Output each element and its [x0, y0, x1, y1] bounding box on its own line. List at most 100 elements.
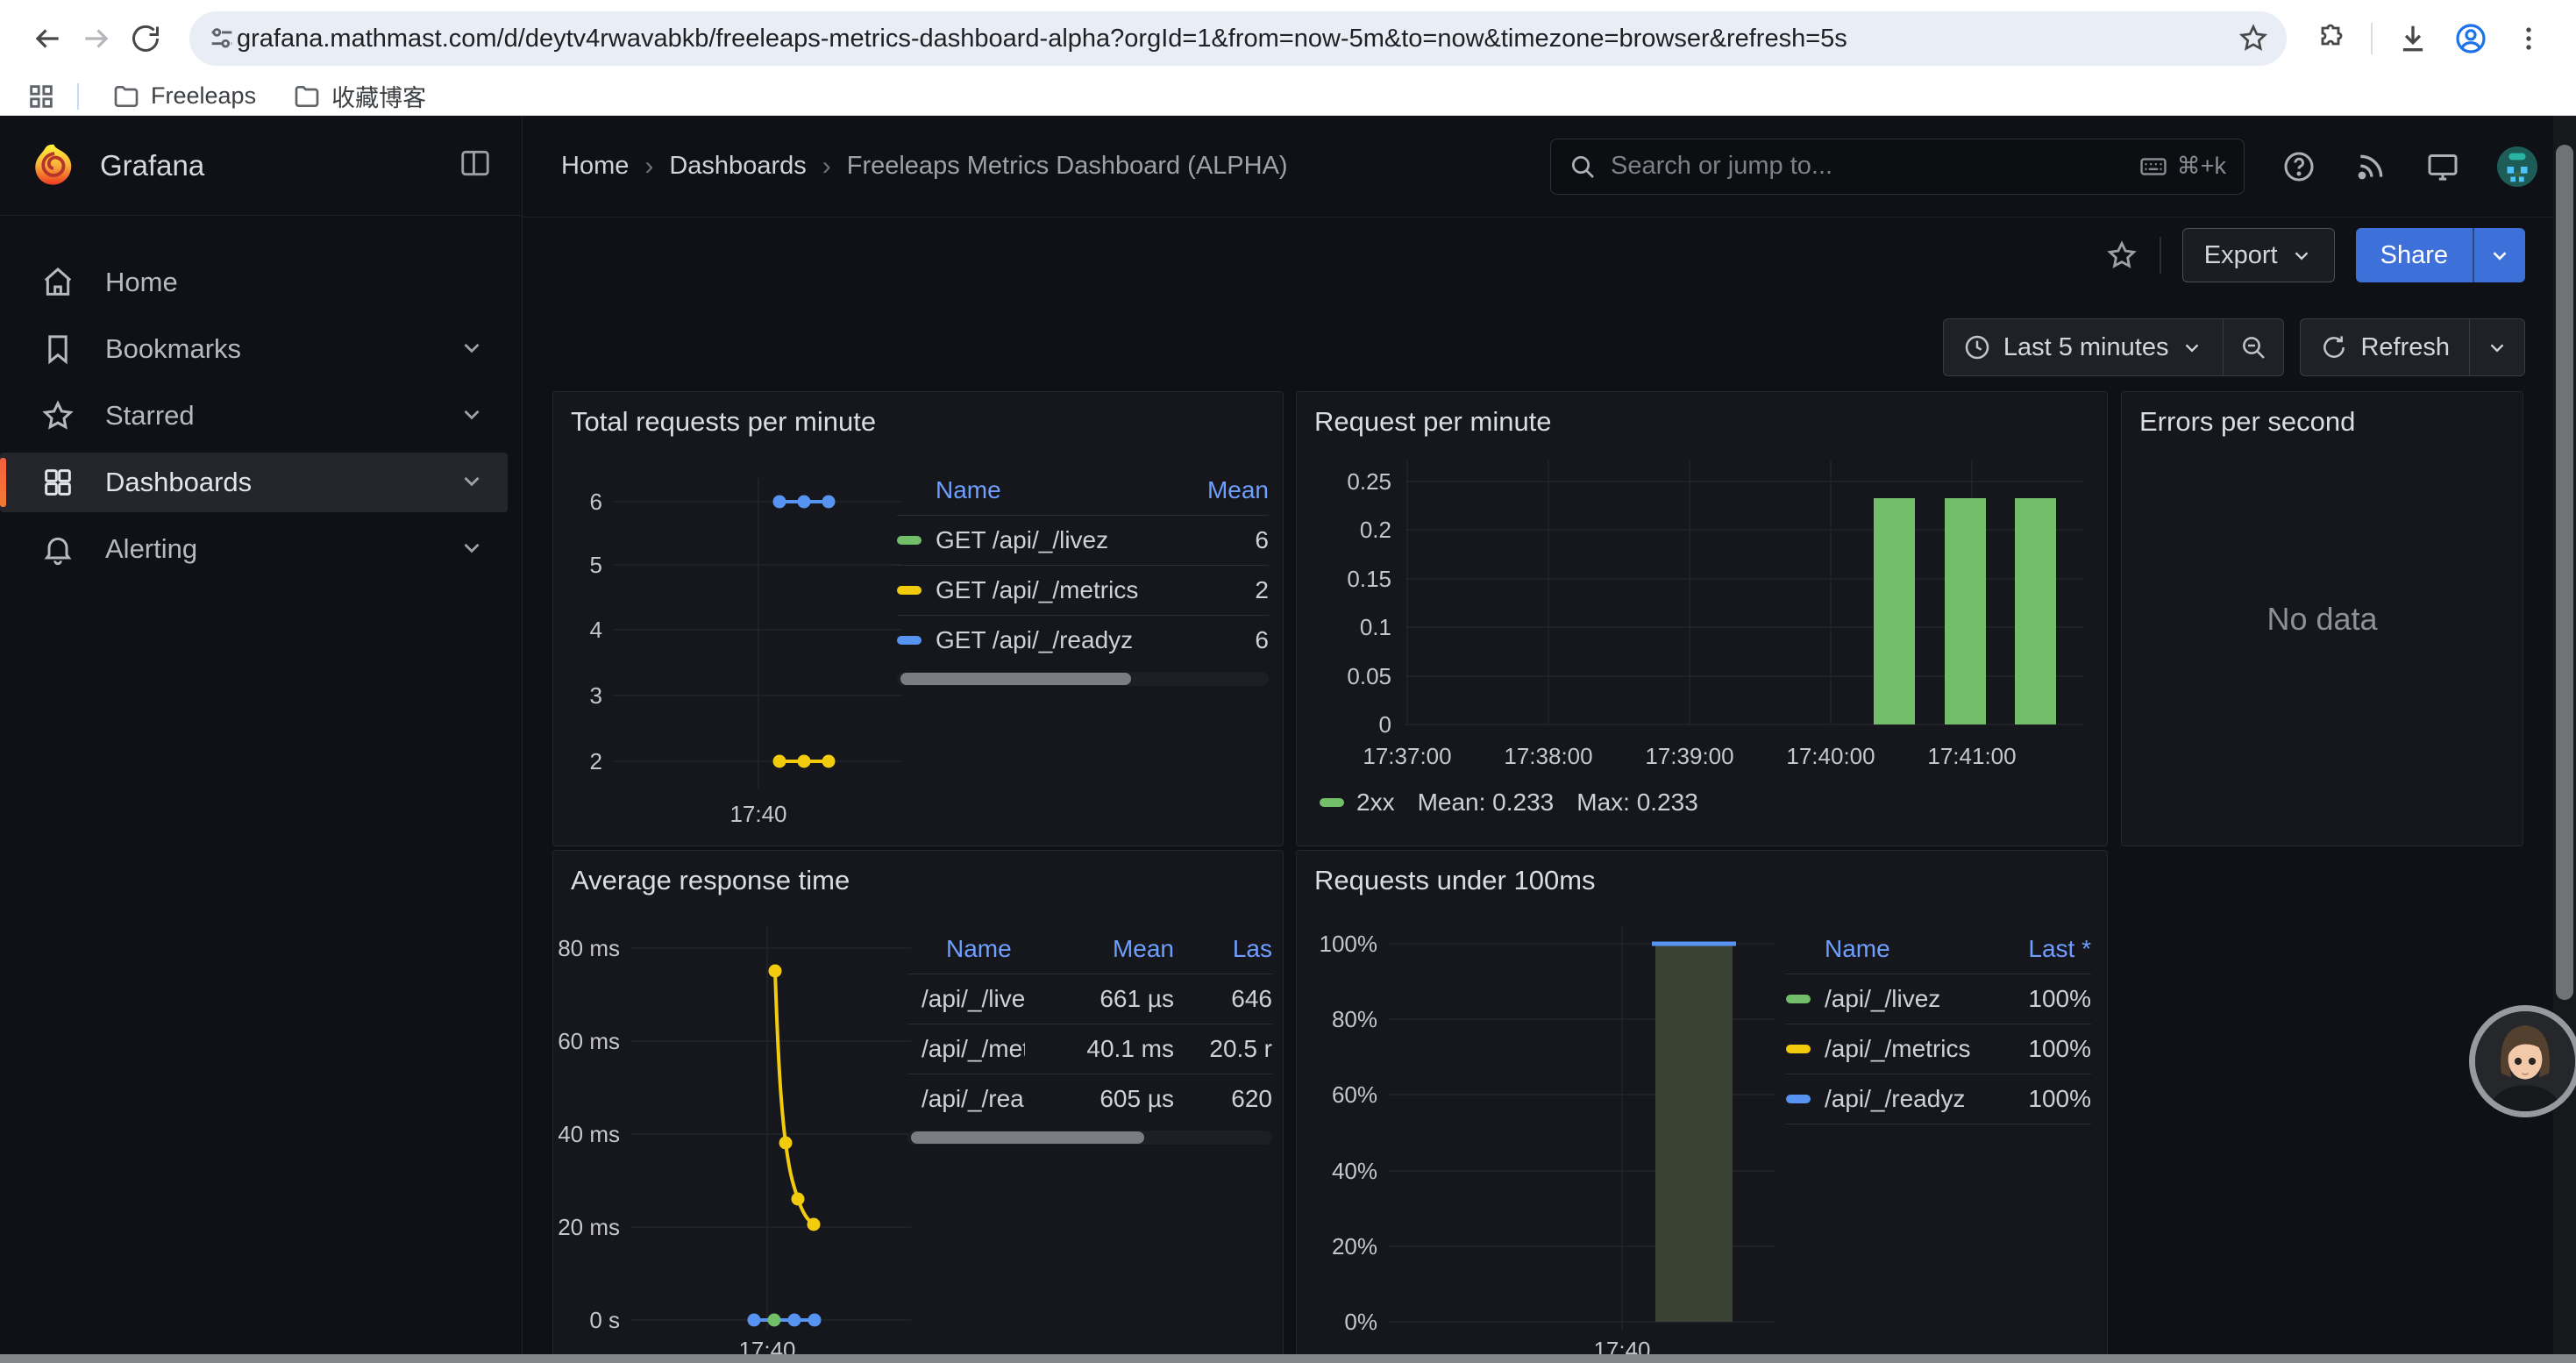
kiosk-monitor-icon[interactable]: [2425, 149, 2460, 184]
legend-row: GET /api/_/metrics 2: [897, 565, 1269, 615]
search-box[interactable]: ⌘+k: [1550, 139, 2245, 195]
legend-scrollbar[interactable]: [897, 672, 1269, 686]
series-last: 100%: [1977, 1035, 2091, 1063]
series-name: /api/_/metrics: [922, 1035, 1025, 1063]
legend-col-last[interactable]: Las: [1174, 935, 1272, 963]
chevron-down-icon[interactable]: [459, 401, 485, 432]
series-mean: 6: [1163, 526, 1269, 554]
legend-col-name[interactable]: Name: [907, 935, 1025, 963]
url-input[interactable]: [237, 25, 2238, 54]
menu-kebab-icon[interactable]: [2504, 14, 2553, 63]
sidebar-item-dashboards[interactable]: Dashboards: [0, 453, 508, 512]
legend-col-mean[interactable]: Mean: [1025, 935, 1174, 963]
floating-avatar-widget[interactable]: [2469, 1005, 2576, 1117]
y-tick: 80%: [1332, 1006, 1377, 1032]
bookmark-star-icon[interactable]: [2238, 23, 2269, 54]
y-tick: 0.2: [1360, 517, 1391, 543]
panel-errors-per-second: Errors per second No data: [2121, 391, 2523, 846]
series-name: /api/_/livez: [922, 985, 1025, 1013]
panel-title[interactable]: Average response time: [571, 865, 850, 896]
horizontal-scrollbar[interactable]: [0, 1354, 2576, 1363]
legend-row: GET /api/_/livez 6: [897, 515, 1269, 565]
vertical-scrollbar[interactable]: [2553, 116, 2576, 1354]
site-settings-tune-icon[interactable]: [207, 24, 237, 54]
grafana-logo[interactable]: [30, 142, 77, 189]
toolbar-divider: [2371, 23, 2373, 54]
extensions-icon[interactable]: [2306, 14, 2355, 63]
dashboard-actions-row: Export Share: [523, 218, 2576, 292]
legend-scrollbar[interactable]: [907, 1131, 1272, 1145]
zoom-out-button[interactable]: [2224, 319, 2283, 375]
requests-under-100ms-chart: 100% 80% 60% 40% 20% 0% 17:40: [1302, 926, 1780, 1363]
sidebar-item-home[interactable]: Home: [0, 253, 508, 312]
export-button[interactable]: Export: [2182, 228, 2335, 282]
vertical-scrollbar-thumb[interactable]: [2556, 145, 2573, 1000]
reload-icon[interactable]: [121, 14, 170, 63]
legend-row: /api/_/livez 100%: [1786, 974, 2091, 1024]
back-icon[interactable]: [23, 14, 72, 63]
refresh-interval-dropdown[interactable]: [2470, 319, 2524, 375]
average-response-time-chart: 80 ms 60 ms 40 ms 20 ms 0 s 17:40: [559, 926, 918, 1363]
keyboard-shortcut-hint: ⌘+k: [2138, 152, 2226, 182]
time-range-picker[interactable]: Last 5 minutes: [1944, 319, 2224, 375]
news-rss-icon[interactable]: [2353, 149, 2388, 184]
legend-col-mean[interactable]: Mean: [1163, 476, 1269, 504]
sidebar-item-bookmarks[interactable]: Bookmarks: [0, 319, 508, 379]
panel-title[interactable]: Total requests per minute: [571, 406, 876, 438]
breadcrumb-home[interactable]: Home: [561, 152, 629, 181]
series-mean: 40.1 ms: [1025, 1035, 1174, 1063]
legend-col-name[interactable]: Name: [1786, 935, 1977, 963]
series-swatch-green: [1320, 798, 1344, 807]
legend-item[interactable]: 2xx: [1320, 789, 1395, 817]
series-name: /api/_/metrics: [1825, 1035, 1971, 1063]
sidebar-item-starred[interactable]: Starred: [0, 386, 508, 446]
panel-title[interactable]: Requests under 100ms: [1314, 865, 1596, 896]
sidebar-item-label: Dashboards: [105, 467, 252, 498]
downloads-icon[interactable]: [2388, 14, 2437, 63]
y-tick: 60%: [1332, 1081, 1377, 1108]
forward-icon[interactable]: [72, 14, 121, 63]
search-input[interactable]: [1611, 152, 2124, 181]
legend-col-last[interactable]: Last *: [1977, 935, 2091, 963]
panel-title[interactable]: Request per minute: [1314, 406, 1552, 438]
chevron-down-icon[interactable]: [459, 334, 485, 365]
user-avatar[interactable]: [2497, 146, 2537, 187]
sidebar-item-label: Starred: [105, 400, 195, 432]
series-swatch-yellow: [1786, 1045, 1811, 1053]
search-icon: [1569, 153, 1597, 181]
series-last: 100%: [1977, 1085, 2091, 1113]
brand-name: Grafana: [100, 149, 204, 182]
legend-col-name[interactable]: Name: [897, 476, 1163, 504]
x-tick: 17:39:00: [1645, 743, 1733, 769]
panel-request-per-minute: Request per minute 0.25 0.2 0.15 0.1 0.0…: [1296, 391, 2108, 846]
sidebar-item-label: Bookmarks: [105, 333, 241, 365]
clock-icon: [1963, 333, 1991, 361]
refresh-button[interactable]: Refresh: [2301, 319, 2469, 375]
breadcrumb-dashboards[interactable]: Dashboards: [669, 152, 806, 181]
sidebar-item-alerting[interactable]: Alerting: [0, 519, 508, 579]
browser-toolbar: [0, 0, 2576, 77]
breadcrumb-separator: ›: [644, 152, 653, 182]
bookmark-folder-blogs[interactable]: 收藏博客: [281, 79, 438, 114]
series-mean: Mean: 0.233: [1418, 789, 1555, 817]
sidebar-header: Grafana: [0, 116, 522, 216]
bars-2xx[interactable]: [1874, 498, 2056, 724]
url-bar[interactable]: [189, 11, 2287, 66]
series-mean: 6: [1163, 626, 1269, 654]
y-tick: 4: [590, 617, 602, 643]
y-tick: 80 ms: [559, 935, 620, 961]
chevron-down-icon[interactable]: [459, 467, 485, 498]
profile-icon[interactable]: [2446, 14, 2495, 63]
share-dropdown-button[interactable]: [2474, 228, 2525, 282]
help-icon[interactable]: [2281, 149, 2316, 184]
legend-row: /api/_/metrics 40.1 ms 20.5 r: [907, 1024, 1272, 1074]
series-swatch-green: [1786, 995, 1811, 1003]
sidebar-collapse-icon[interactable]: [459, 146, 492, 184]
favorite-star-icon[interactable]: [2105, 239, 2138, 272]
x-tick: 17:38:00: [1504, 743, 1592, 769]
bookmark-folder-freeleaps[interactable]: Freeleaps: [100, 79, 268, 114]
y-tick: 40%: [1332, 1158, 1377, 1184]
share-button[interactable]: Share: [2356, 228, 2473, 282]
apps-grid-icon[interactable]: [26, 82, 56, 111]
chevron-down-icon[interactable]: [459, 534, 485, 565]
